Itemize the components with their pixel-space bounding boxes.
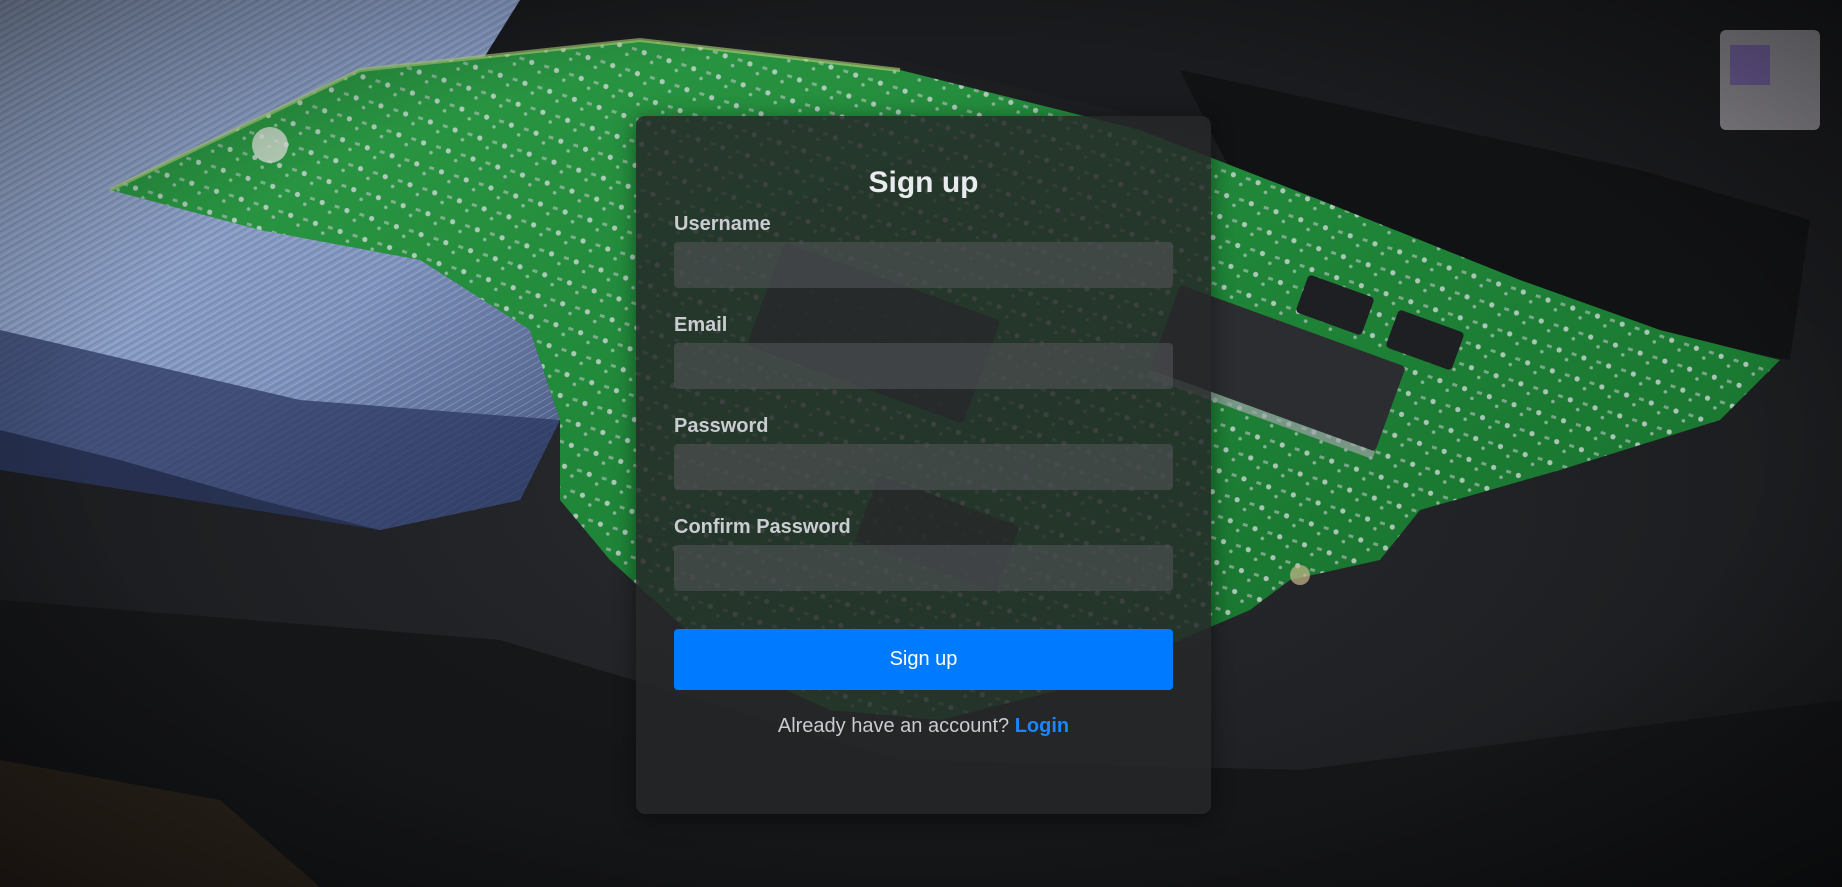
password-input[interactable] <box>674 444 1173 490</box>
email-group: Email <box>674 313 1173 389</box>
confirm-password-input[interactable] <box>674 545 1173 591</box>
confirm-password-group: Confirm Password <box>674 515 1173 591</box>
login-prompt-text: Already have an account? <box>777 715 1010 737</box>
username-label: Username <box>674 213 771 235</box>
email-input[interactable] <box>674 343 1173 389</box>
password-label: Password <box>674 415 769 437</box>
page-title: Sign up <box>868 166 979 199</box>
signup-card: Sign up Username Email Password Confirm … <box>636 116 1211 814</box>
email-label: Email <box>674 314 728 336</box>
signup-button[interactable]: Sign up <box>674 629 1173 690</box>
page: Sign up Username Email Password Confirm … <box>0 0 1842 887</box>
login-link[interactable]: Login <box>1015 715 1069 737</box>
confirm-password-label: Confirm Password <box>674 516 851 538</box>
username-group: Username <box>674 212 1173 288</box>
username-input[interactable] <box>674 242 1173 288</box>
login-prompt: Already have an account? Login <box>674 715 1173 738</box>
password-group: Password <box>674 414 1173 490</box>
